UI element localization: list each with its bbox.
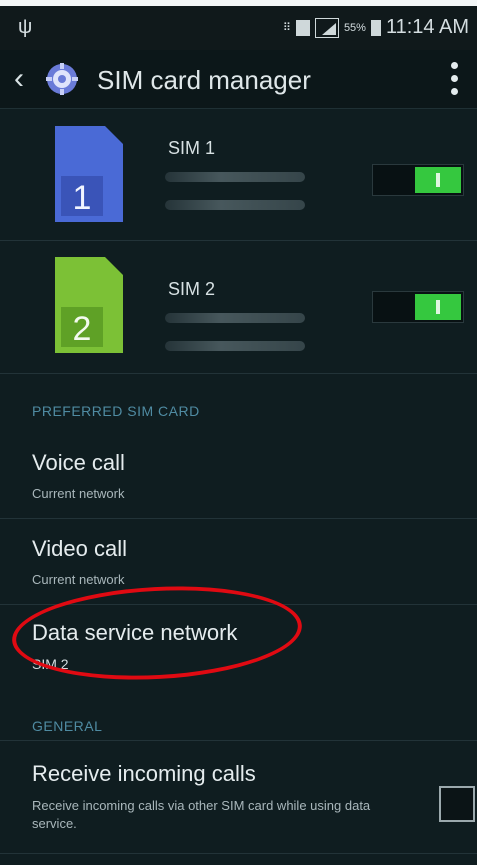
battery-icon [370,19,381,36]
sim-2-label: SIM 2 [168,279,216,299]
overflow-menu-icon[interactable] [451,62,459,96]
receive-incoming-calls-title: Receive incoming calls [32,761,256,786]
section-general: GENERAL [32,718,103,734]
data-service-network-item[interactable]: Data service network SIM 2 [0,604,477,682]
sim-1-number-redacted [165,172,305,182]
status-right: ⠿ 55% 11:14 AM [283,16,469,39]
data-service-network-subtitle: SIM 2 [32,656,69,672]
section-preferred-sim: PREFERRED SIM CARD [32,403,200,419]
sim-card-1-number: 1 [73,179,92,217]
sim-1-label: SIM 1 [168,138,216,158]
receive-incoming-calls-subtitle: Receive incoming calls via other SIM car… [32,798,371,831]
app-bar: ‹ SIM card manager [0,50,477,109]
voice-call-item[interactable]: Voice call Current network [0,432,477,519]
video-call-item[interactable]: Video call Current network [0,518,477,605]
sim-icon [295,19,310,36]
voice-call-title: Voice call [32,450,125,475]
page-title: SIM card manager [97,65,311,95]
battery-percent: 55% [343,21,366,34]
sim-card-2-icon: 2 [55,257,123,353]
status-bar: ψ ⠿ 55% 11:14 AM [0,6,477,50]
voice-call-subtitle: Current network [32,486,125,501]
data-service-network-title: Data service network [32,620,238,645]
receive-incoming-calls-checkbox[interactable] [439,786,475,822]
sim-2-toggle[interactable] [372,291,464,323]
signal-icon [314,17,339,38]
sim-2-carrier-redacted [165,341,305,351]
status-time: 11:14 AM [385,16,469,38]
sim-2-number-redacted [165,313,305,323]
vibrate-icon: ⠿ [282,22,291,34]
gear-icon [46,63,78,95]
receive-incoming-calls-item[interactable]: Receive incoming calls Receive incoming … [0,740,477,854]
back-icon[interactable]: ‹ [14,62,24,96]
sim-card-1-icon: 1 [55,126,123,222]
sim-1-carrier-redacted [165,200,305,210]
video-call-subtitle: Current network [32,572,125,587]
sim-card-2-number: 2 [73,310,92,348]
usb-icon: ψ [18,16,33,38]
video-call-title: Video call [32,536,127,561]
sim-1-toggle[interactable] [372,164,464,196]
sim-row-1[interactable]: 1 SIM 1 [0,108,477,241]
sim-row-2[interactable]: 2 SIM 2 [0,241,477,374]
